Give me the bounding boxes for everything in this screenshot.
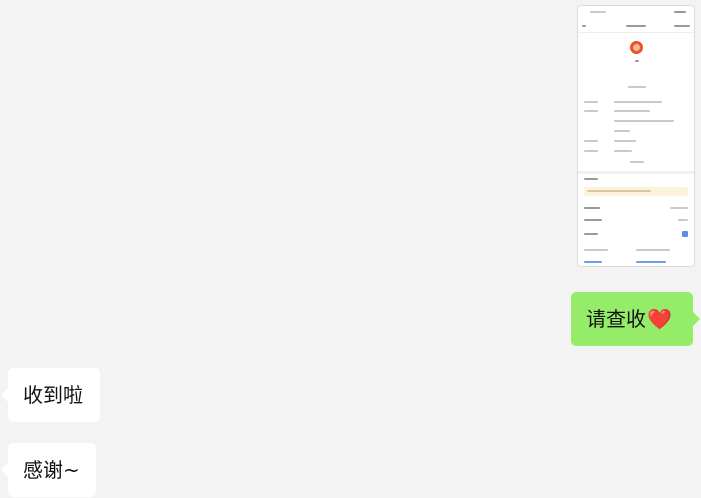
message-text: 请查收 [586,307,646,331]
thumbnail-nav-bar [578,20,694,33]
brand-logo-icon [630,41,643,54]
chat-window: 请查收 ❤️ 收到啦 感谢~ [0,0,701,498]
message-text: 感谢~ [23,458,80,482]
message-text: 收到啦 [23,383,83,407]
thumbnail-divider [578,171,694,174]
heart-emoji-icon: ❤️ [647,307,672,331]
thumbnail-toggle [682,231,688,237]
received-message-bubble[interactable]: 感谢~ [1,443,96,497]
received-message-bubble[interactable]: 收到啦 [1,368,100,422]
thumbnail-status-bar [578,6,694,18]
image-message-thumbnail[interactable] [577,5,695,267]
thumbnail-notice-bar [584,187,688,196]
sent-message-bubble[interactable]: 请查收 ❤️ [571,292,700,346]
